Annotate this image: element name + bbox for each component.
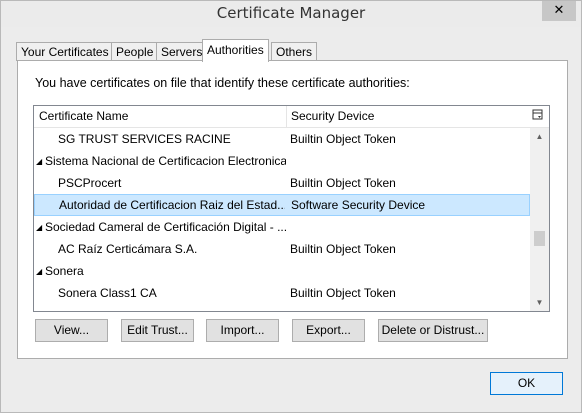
- group-label: ◢ Sonera: [36, 260, 286, 283]
- edit-trust-button[interactable]: Edit Trust...: [121, 319, 194, 342]
- group-name: Sociedad Cameral de Certificación Digita…: [45, 220, 286, 234]
- cert-name: Autoridad de Certificacion Raiz del Esta…: [59, 198, 285, 212]
- column-certificate-name[interactable]: Certificate Name: [34, 106, 128, 127]
- cert-device: Software Security Device: [291, 198, 426, 212]
- cert-device: Builtin Object Token: [290, 242, 396, 256]
- cert-device: Builtin Object Token: [290, 286, 396, 300]
- close-button[interactable]: ✕: [542, 1, 576, 21]
- cert-device: Builtin Object Token: [290, 132, 396, 146]
- scroll-thumb[interactable]: [534, 231, 545, 246]
- delete-or-distrust-button[interactable]: Delete or Distrust...: [378, 319, 488, 342]
- cert-device: Builtin Object Token: [290, 176, 396, 190]
- cert-name: AC Raíz Certicámara S.A.: [58, 242, 198, 256]
- view-button[interactable]: View...: [35, 319, 108, 342]
- expanded-icon[interactable]: ◢: [36, 261, 45, 283]
- column-security-device[interactable]: Security Device: [286, 106, 374, 127]
- group-label: ◢ Sociedad Cameral de Certificación Digit…: [36, 216, 286, 239]
- close-icon: ✕: [553, 3, 565, 18]
- title-bar: Certificate Manager: [1, 1, 581, 27]
- tab-servers[interactable]: Servers: [156, 42, 208, 61]
- export-button[interactable]: Export...: [292, 319, 365, 342]
- tree-group-row[interactable]: ◢ Sociedad Cameral de Certificación Digit…: [34, 216, 530, 238]
- tree-row[interactable]: AC Raíz Certicámara S.A. Builtin Object …: [34, 238, 530, 260]
- tree-row[interactable]: SG TRUST SERVICES RACINE Builtin Object …: [34, 128, 530, 150]
- tab-others[interactable]: Others: [271, 42, 318, 61]
- certificate-tree[interactable]: Certificate Name Security Device SG TRUS…: [33, 105, 550, 312]
- ok-button[interactable]: OK: [490, 372, 563, 395]
- group-name: Sonera: [45, 264, 84, 278]
- import-button[interactable]: Import...: [206, 319, 279, 342]
- cert-name: SG TRUST SERVICES RACINE: [58, 132, 231, 146]
- scroll-up-icon[interactable]: ▲: [530, 128, 549, 145]
- window-title: Certificate Manager: [216, 4, 366, 22]
- tree-row-selected[interactable]: Autoridad de Certificacion Raiz del Esta…: [34, 194, 530, 216]
- column-header: Certificate Name Security Device: [34, 106, 549, 128]
- cert-name: PSCProcert: [58, 176, 122, 190]
- tree-row[interactable]: Sonera Class1 CA Builtin Object Token: [34, 282, 530, 304]
- group-label: ◢ Sistema Nacional de Certificacion Elect…: [36, 150, 286, 173]
- cert-name: Sonera Class1 CA: [58, 286, 157, 300]
- tab-authorities[interactable]: Authorities: [202, 39, 269, 62]
- column-picker-icon[interactable]: [531, 109, 545, 123]
- vertical-scrollbar[interactable]: ▲ ▼: [530, 128, 549, 311]
- expanded-icon[interactable]: ◢: [36, 217, 45, 239]
- expanded-icon[interactable]: ◢: [36, 151, 45, 173]
- tree-group-row[interactable]: ◢ Sonera: [34, 260, 530, 282]
- intro-text: You have certificates on file that ident…: [35, 76, 410, 90]
- tab-your-certificates[interactable]: Your Certificates: [16, 42, 114, 61]
- certificate-manager-window: Certificate Manager ✕ Your Certificates …: [0, 0, 582, 413]
- scroll-down-icon[interactable]: ▼: [530, 294, 549, 311]
- tree-group-row[interactable]: ◢ Sistema Nacional de Certificacion Elect…: [34, 150, 530, 172]
- tab-people[interactable]: People: [111, 42, 159, 61]
- tree-row[interactable]: PSCProcert Builtin Object Token: [34, 172, 530, 194]
- group-name: Sistema Nacional de Certificacion Electr…: [45, 154, 286, 168]
